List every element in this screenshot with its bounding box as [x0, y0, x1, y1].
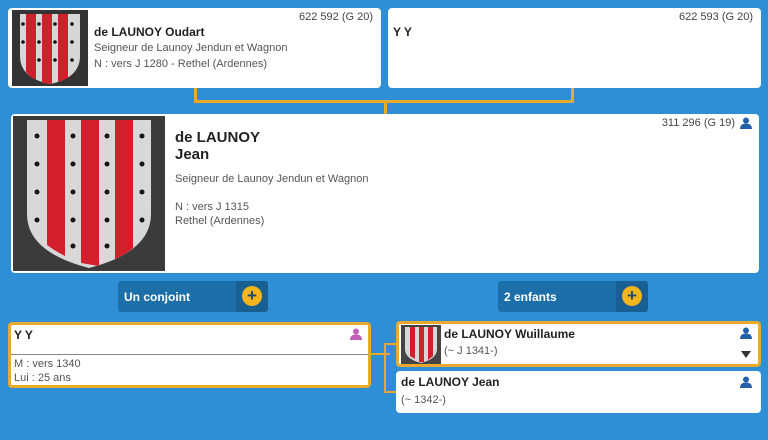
spouses-button[interactable]: Un conjoint + — [118, 281, 268, 312]
connector-spouse-children — [370, 353, 390, 355]
main-given-name: Jean — [175, 146, 210, 163]
plus-icon[interactable]: + — [242, 286, 262, 306]
main-title: Seigneur de Launoy Jendun et Wagnon — [175, 173, 369, 185]
child-2-dates: (~ 1342-) — [401, 394, 446, 406]
main-surname: de LAUNOY — [175, 129, 261, 146]
female-person-icon — [350, 328, 362, 340]
spouse-card[interactable]: Y Y M : vers 1340 Lui : 25 ans — [8, 322, 371, 388]
male-person-icon — [740, 376, 752, 388]
spouse-name[interactable]: Y Y — [14, 328, 33, 342]
male-person-icon — [740, 117, 752, 129]
father-birth: N : vers J 1280 - Rethel (Ardennes) — [94, 58, 268, 70]
main-birth-place: Rethel (Ardennes) — [175, 215, 265, 227]
spouse-marriage: M : vers 1340 — [14, 358, 81, 370]
children-button[interactable]: 2 enfants + — [498, 281, 648, 312]
coat-of-arms-icon — [401, 325, 441, 364]
mother-sosa: 622 593 (G 20) — [679, 11, 753, 23]
spouse-age: Lui : 25 ans — [14, 372, 71, 384]
main-person-card[interactable]: 311 296 (G 19) de LAUNOY Jean Seigneur d… — [11, 114, 759, 273]
main-birth: N : vers J 1315 — [175, 201, 249, 213]
child-2-name[interactable]: de LAUNOY Jean — [401, 375, 499, 389]
child-card-1[interactable]: de LAUNOY Wuillaume (~ J 1341-) — [396, 321, 761, 367]
child-1-name[interactable]: de LAUNOY Wuillaume — [444, 327, 575, 341]
mother-card[interactable]: 622 593 (G 20) Y Y — [388, 8, 761, 88]
father-title: Seigneur de Launoy Jendun et Wagnon — [94, 42, 288, 54]
child-card-2[interactable]: de LAUNOY Jean (~ 1342-) — [396, 371, 761, 413]
father-card[interactable]: 622 592 (G 20) de LAUNOY Oudart Seigneur… — [8, 8, 381, 88]
spouse-divider — [11, 354, 368, 355]
coat-of-arms-icon — [13, 116, 165, 271]
coat-of-arms-icon — [12, 10, 88, 86]
connector-children-vertical — [384, 343, 386, 393]
children-plus-area[interactable]: + — [616, 281, 648, 312]
male-person-icon — [740, 327, 752, 339]
mother-name[interactable]: Y Y — [393, 25, 412, 39]
child-1-dates: (~ J 1341-) — [444, 345, 498, 357]
spouses-button-label: Un conjoint — [124, 290, 190, 304]
spouses-plus-area[interactable]: + — [236, 281, 268, 312]
connector-parents-vertical — [384, 100, 387, 115]
triangle-down-icon[interactable] — [741, 351, 751, 358]
father-name[interactable]: de LAUNOY Oudart — [94, 25, 204, 39]
children-button-label: 2 enfants — [504, 290, 557, 304]
main-sosa: 311 296 (G 19) — [661, 117, 735, 129]
plus-icon[interactable]: + — [622, 286, 642, 306]
father-sosa: 622 592 (G 20) — [299, 11, 373, 23]
